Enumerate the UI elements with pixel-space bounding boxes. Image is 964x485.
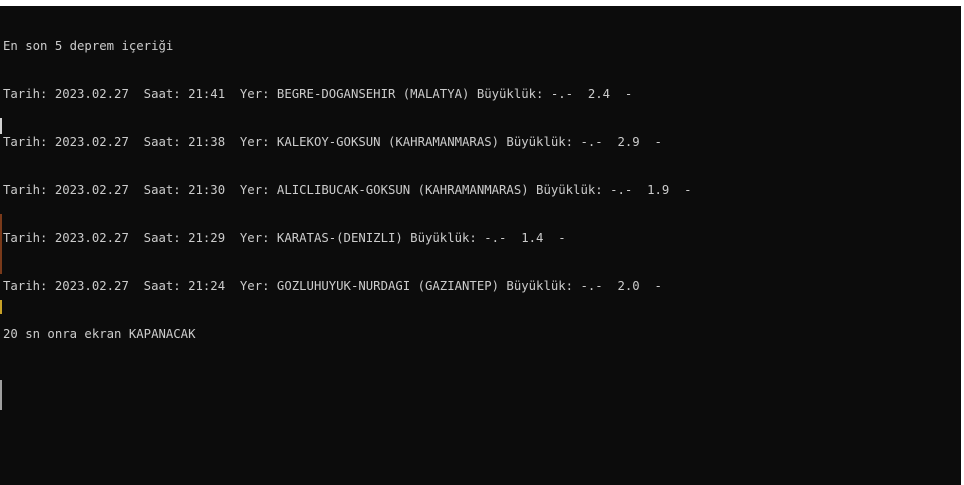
earthquake-entry-line: Tarih: 2023.02.27 Saat: 21:41 Yer: BEGRE… <box>3 87 633 101</box>
left-edge-mark <box>0 118 2 134</box>
earthquake-entry-line: Tarih: 2023.02.27 Saat: 21:38 Yer: KALEK… <box>3 135 662 149</box>
console-output[interactable]: En son 5 deprem içeriği Tarih: 2023.02.2… <box>3 6 958 485</box>
console-window: En son 5 deprem içeriği Tarih: 2023.02.2… <box>0 0 964 485</box>
console-footer-line: 20 sn onra ekran KAPANACAK <box>3 327 196 341</box>
left-edge-mark <box>0 214 2 274</box>
left-edge-mark <box>0 300 2 314</box>
console-header-line: En son 5 deprem içeriği <box>3 39 174 53</box>
earthquake-entry-line: Tarih: 2023.02.27 Saat: 21:30 Yer: ALICL… <box>3 183 692 197</box>
earthquake-entry-line: Tarih: 2023.02.27 Saat: 21:29 Yer: KARAT… <box>3 231 566 245</box>
earthquake-entry-line: Tarih: 2023.02.27 Saat: 21:24 Yer: GOZLU… <box>3 279 662 293</box>
left-edge-mark <box>0 380 2 410</box>
